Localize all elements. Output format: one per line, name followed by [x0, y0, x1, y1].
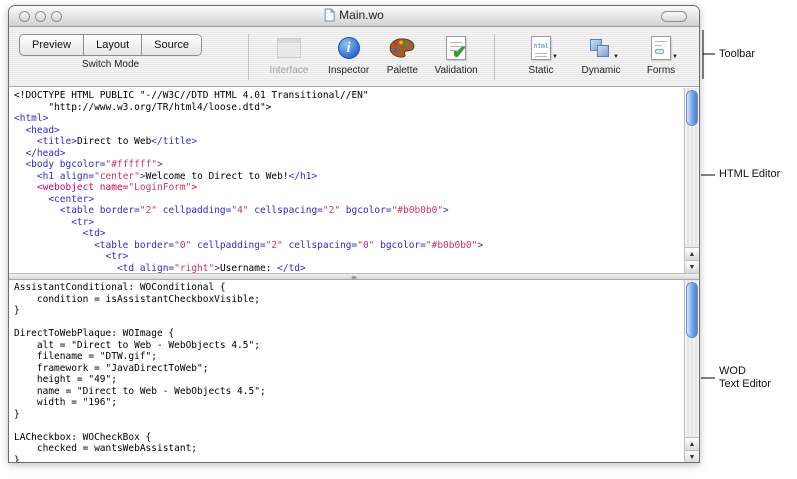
- code-line[interactable]: </head>: [14, 148, 682, 160]
- code-line[interactable]: <h1 align="center">Welcome to Direct to …: [14, 171, 682, 183]
- code-line[interactable]: <td>: [14, 228, 682, 240]
- toolbar-separator: [248, 34, 249, 80]
- toolbar-separator: [494, 34, 495, 80]
- code-line[interactable]: [14, 420, 682, 432]
- main-window: Main.wo Preview Layout Source Switch Mod…: [8, 5, 700, 463]
- code-line[interactable]: condition = isAssistantCheckboxVisible;: [14, 294, 682, 306]
- document-icon: [324, 8, 335, 22]
- code-line[interactable]: height = "49";: [14, 374, 682, 386]
- code-line[interactable]: }: [14, 305, 682, 317]
- code-line[interactable]: <tr>: [14, 251, 682, 263]
- wod-editor-scrollbar[interactable]: ▲ ▼: [684, 280, 699, 463]
- toolbar: Preview Layout Source Switch Mode Interf…: [9, 27, 699, 87]
- window-title: Main.wo: [339, 8, 384, 22]
- info-icon: i: [338, 34, 360, 62]
- code-line[interactable]: "http://www.w3.org/TR/html4/loose.dtd">: [14, 102, 682, 114]
- toolbar-toggle-button[interactable]: [661, 11, 687, 22]
- code-line[interactable]: checked = wantsWebAssistant;: [14, 443, 682, 455]
- annotation-toolbar-label: Toolbar: [719, 48, 755, 61]
- scrollbar-arrows: ▲ ▼: [685, 247, 699, 273]
- html-editor-code[interactable]: <!DOCTYPE HTML PUBLIC "-//W3C//DTD HTML …: [14, 90, 682, 273]
- source-button[interactable]: Source: [142, 35, 201, 55]
- pane-splitter[interactable]: [9, 273, 699, 280]
- zoom-button[interactable]: [51, 11, 62, 22]
- scrollbar-thumb[interactable]: [686, 90, 698, 126]
- code-line[interactable]: <td align="right">Username: </td>: [14, 263, 682, 274]
- element-palette-group: html, ▼ Static ▼ Dynamic: [511, 34, 691, 76]
- code-line[interactable]: <title>Direct to Web</title>: [14, 136, 682, 148]
- chevron-down-icon: ▼: [613, 54, 619, 60]
- scrollbar-thumb[interactable]: [686, 282, 698, 338]
- switch-mode-label: Switch Mode: [82, 59, 139, 70]
- title-group: Main.wo: [324, 8, 384, 22]
- annotation-html-editor-label: HTML Editor: [719, 168, 780, 181]
- scroll-up-button[interactable]: ▲: [685, 437, 699, 450]
- code-line[interactable]: [14, 317, 682, 329]
- splitter-dimple: [352, 276, 357, 279]
- html-editor-pane: <!DOCTYPE HTML PUBLIC "-//W3C//DTD HTML …: [9, 88, 699, 273]
- forms-menu-button[interactable]: ▼ Forms: [631, 34, 691, 76]
- html-file-icon: html, ▼: [531, 34, 551, 62]
- dynamic-elements-icon: ▼: [590, 34, 612, 62]
- html-editor-scrollbar[interactable]: ▲ ▼: [684, 88, 699, 273]
- code-line[interactable]: <table border="2" cellpadding="4" cellsp…: [14, 205, 682, 217]
- title-bar[interactable]: Main.wo: [9, 6, 699, 27]
- wod-editor-code[interactable]: AssistantConditional: WOConditional { co…: [14, 282, 682, 463]
- code-line[interactable]: DirectToWebPlaque: WOImage {: [14, 328, 682, 340]
- dynamic-menu-button[interactable]: ▼ Dynamic: [571, 34, 631, 76]
- minimize-button[interactable]: [35, 11, 46, 22]
- layout-button[interactable]: Layout: [84, 35, 142, 55]
- code-line[interactable]: <center>: [14, 194, 682, 206]
- palette-icon: [389, 34, 415, 62]
- code-line[interactable]: LACheckbox: WOCheckBox {: [14, 432, 682, 444]
- checkmark-icon: ✔: [446, 34, 466, 62]
- scroll-up-button[interactable]: ▲: [685, 247, 699, 260]
- code-line[interactable]: AssistantConditional: WOConditional {: [14, 282, 682, 294]
- code-line[interactable]: alt = "Direct to Web - WebObjects 4.5";: [14, 340, 682, 352]
- chevron-down-icon: ▼: [552, 54, 558, 60]
- code-line[interactable]: }: [14, 455, 682, 464]
- preview-button[interactable]: Preview: [20, 35, 84, 55]
- screenshot-canvas: Main.wo Preview Layout Source Switch Mod…: [0, 0, 797, 479]
- code-line[interactable]: width = "196";: [14, 397, 682, 409]
- interface-button: Interface: [259, 34, 319, 76]
- code-line[interactable]: <table border="0" cellpadding="2" cellsp…: [14, 240, 682, 252]
- code-line[interactable]: framework = "JavaDirectToWeb";: [14, 363, 682, 375]
- validation-button[interactable]: ✔ Validation: [426, 34, 486, 76]
- inspector-button[interactable]: i Inspector: [319, 34, 379, 76]
- scrollbar-arrows: ▲ ▼: [685, 437, 699, 463]
- code-line[interactable]: }: [14, 409, 682, 421]
- close-button[interactable]: [19, 11, 30, 22]
- code-line[interactable]: <body bgcolor="#ffffff">: [14, 159, 682, 171]
- palette-button[interactable]: Palette: [378, 34, 426, 76]
- wod-editor-pane: AssistantConditional: WOConditional { co…: [9, 280, 699, 463]
- chevron-down-icon: ▼: [672, 54, 678, 60]
- code-line[interactable]: <!DOCTYPE HTML PUBLIC "-//W3C//DTD HTML …: [14, 90, 682, 102]
- scroll-down-button[interactable]: ▼: [685, 260, 699, 273]
- code-line[interactable]: <tr>: [14, 217, 682, 229]
- form-elements-icon: ▼: [651, 34, 671, 62]
- switch-mode-segmented-control: Preview Layout Source: [19, 34, 202, 56]
- code-line[interactable]: <webobject name="LoginForm">: [14, 182, 682, 194]
- annotation-wod-editor-label: WOD Text Editor: [719, 365, 771, 391]
- scroll-down-button[interactable]: ▼: [685, 450, 699, 463]
- code-line[interactable]: <head>: [14, 125, 682, 137]
- code-line[interactable]: <html>: [14, 113, 682, 125]
- interface-icon: [277, 34, 301, 62]
- switch-mode-group: Preview Layout Source Switch Mode: [19, 34, 202, 70]
- static-menu-button[interactable]: html, ▼ Static: [511, 34, 571, 76]
- code-line[interactable]: filename = "DTW.gif";: [14, 351, 682, 363]
- code-line[interactable]: name = "Direct to Web - WebObjects 4.5";: [14, 386, 682, 398]
